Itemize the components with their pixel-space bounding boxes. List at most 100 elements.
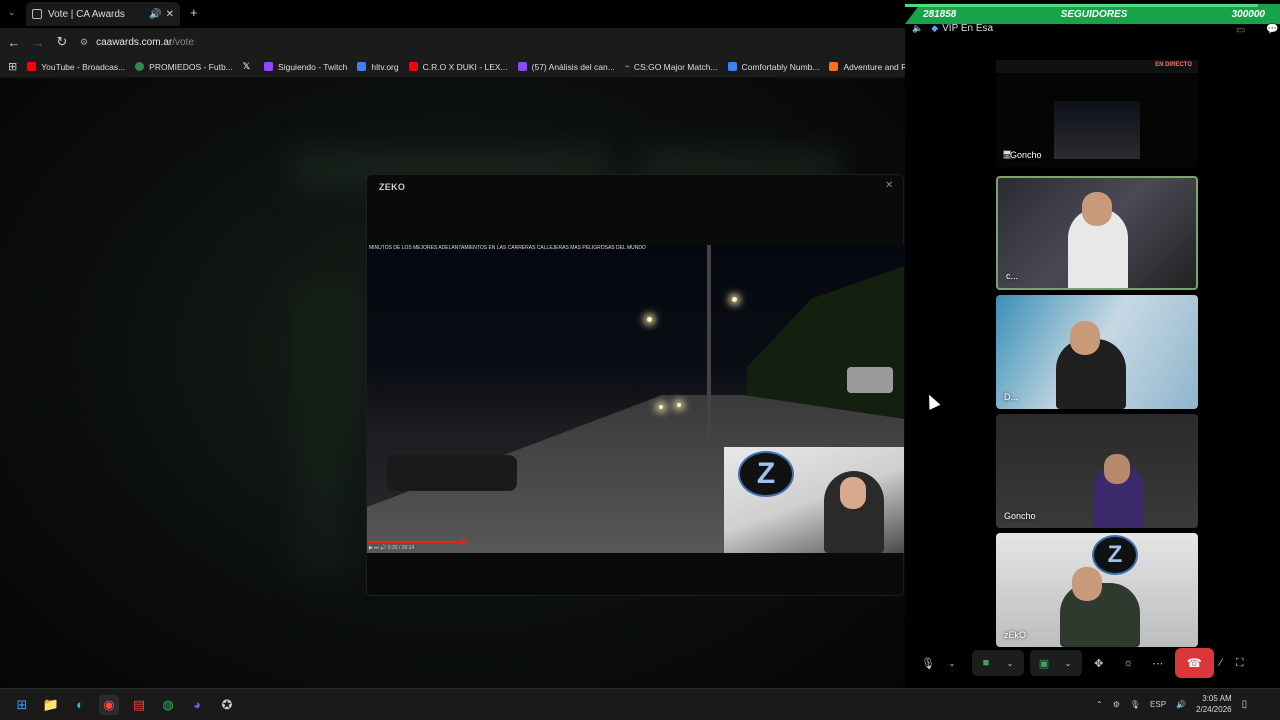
soundboard-icon[interactable]: ☼ bbox=[1118, 657, 1140, 669]
activities-icon[interactable]: ✥ bbox=[1088, 657, 1110, 670]
participant-name: c... bbox=[1006, 271, 1019, 281]
disconnect-button[interactable]: ☎ bbox=[1174, 648, 1214, 678]
participant-tile[interactable]: Goncho bbox=[996, 414, 1198, 528]
url-path: /vote bbox=[172, 36, 194, 48]
chevron-down-icon[interactable]: ⌄ bbox=[1056, 659, 1080, 668]
speaker-muted-icon: 🔈 bbox=[912, 23, 924, 33]
chevron-up-icon[interactable]: ⌃ bbox=[1096, 700, 1103, 709]
language-indicator[interactable]: ESP bbox=[1150, 700, 1166, 709]
new-tab-icon[interactable]: + bbox=[190, 5, 198, 20]
chevron-down-icon[interactable]: ⌄ bbox=[998, 659, 1022, 668]
screen-share-icon[interactable]: ▣ bbox=[1032, 657, 1056, 670]
favicon-icon bbox=[32, 9, 42, 19]
call-controls: 🎙 ⌄ ■ ⌄ ▣ ⌄ ✥ ☼ ⋯ ☎ bbox=[914, 646, 1214, 680]
next-icon[interactable]: ⏭ bbox=[374, 545, 379, 551]
discord-icon[interactable]: ◕ bbox=[187, 695, 207, 715]
app-icon[interactable]: ✪ bbox=[217, 695, 237, 715]
address-bar: ← → ↻ ⚙ caawards.com.ar/vote bbox=[0, 28, 905, 56]
stream-preview bbox=[1054, 101, 1140, 159]
participant-name: Goncho bbox=[1004, 511, 1036, 521]
follower-label: SEGUIDORES bbox=[1060, 8, 1128, 20]
apps-grid-icon[interactable]: ⊞ bbox=[8, 60, 17, 73]
bookmark-item[interactable]: Adventure and RPG bbox=[829, 62, 905, 72]
video-modal: ZEKO ✕ MINUTOS DE LOS MEJORES ADELANTAMI… bbox=[366, 174, 904, 596]
clock-time: 3:05 AM bbox=[1202, 694, 1232, 703]
more-icon[interactable]: ⋯ bbox=[1147, 657, 1169, 670]
microphone-icon[interactable]: 🎙 bbox=[916, 657, 940, 670]
close-icon[interactable]: ✕ bbox=[885, 180, 893, 191]
tab-list-icon[interactable]: ⌄ bbox=[8, 7, 16, 18]
chrome-icon[interactable]: ◉ bbox=[99, 695, 119, 715]
chat-icon[interactable]: 💬 bbox=[1266, 24, 1278, 35]
x-logo-icon: 𝕏 bbox=[242, 61, 251, 71]
edge-icon[interactable]: ◐ bbox=[70, 695, 90, 715]
participant-tile[interactable]: Goncho 🖥 bbox=[996, 73, 1198, 167]
bookmark-item[interactable]: ⌁ CS:GO Major Match... bbox=[625, 61, 718, 72]
play-icon[interactable]: ▶ bbox=[369, 545, 373, 551]
forward-icon[interactable]: → bbox=[26, 35, 50, 50]
bookmark-item[interactable]: Comfortably Numb... bbox=[727, 62, 819, 72]
live-strip: EN DIRECTO bbox=[996, 60, 1198, 73]
z-logo-icon: Z bbox=[1092, 535, 1138, 575]
task-manager-icon[interactable]: ▤ bbox=[129, 695, 149, 715]
bookmark-item[interactable]: YouTube - Broadcas... bbox=[27, 62, 125, 72]
close-tab-icon[interactable]: ✕ bbox=[166, 9, 174, 20]
tab-title: Vote | CA Awards bbox=[48, 8, 125, 20]
taskbar: ⊞ 📁 ◐ ◉ ▤ ◍ ◕ ✪ bbox=[0, 688, 1280, 720]
participant-tile[interactable]: c... bbox=[996, 176, 1198, 290]
follower-goal: 300000 bbox=[1231, 8, 1265, 20]
tab-bar: ⌄ Vote | CA Awards 🔊 ✕ + bbox=[0, 0, 905, 28]
modal-title: ZEKO bbox=[379, 182, 406, 192]
panel-extra-controls: ⁄ ⛶ bbox=[1220, 646, 1244, 680]
mic-tray-icon[interactable]: 🎙 bbox=[1130, 700, 1140, 709]
hide-overlay-icon[interactable]: ⁄ bbox=[1220, 657, 1222, 669]
streamer-webcam: Z bbox=[724, 447, 904, 553]
follower-progress bbox=[905, 4, 1258, 7]
live-badge: EN DIRECTO bbox=[1155, 62, 1192, 68]
screen-icon[interactable]: ▭ bbox=[1236, 25, 1245, 36]
fullscreen-icon[interactable]: ⛶ bbox=[1236, 657, 1244, 670]
participant-name: D... bbox=[1004, 392, 1019, 402]
url-domain: caawards.com.ar bbox=[96, 36, 173, 48]
bookmark-item[interactable]: PROMIEDOS - Futb... bbox=[135, 62, 233, 72]
notification-icon[interactable]: ▯ bbox=[1242, 699, 1248, 710]
participant-tile[interactable]: D... bbox=[996, 295, 1198, 409]
bookmarks-bar: ⊞ YouTube - Broadcas... PROMIEDOS - Futb… bbox=[0, 56, 905, 78]
video-progress-bar[interactable] bbox=[367, 539, 724, 545]
windows-start-icon[interactable]: ⊞ bbox=[12, 695, 32, 715]
diamond-icon: ◆ bbox=[931, 23, 939, 33]
url-field[interactable]: ⚙ caawards.com.ar/vote bbox=[80, 37, 194, 48]
screen-share-icon: 🖥 bbox=[1002, 150, 1013, 159]
z-logo-icon: Z bbox=[738, 451, 794, 497]
video-controls: ▶ ⏭ 🔊 5:33 / 26:14 bbox=[369, 545, 414, 551]
channel-name: VIP En Esa bbox=[942, 23, 994, 34]
bookmark-item[interactable]: (57) Análisis del can... bbox=[517, 62, 615, 72]
bookmark-item[interactable]: Siguiendo - Twitch bbox=[264, 62, 347, 72]
site-info-icon[interactable]: ⚙ bbox=[80, 37, 88, 48]
clock[interactable]: 3:05 AM 2/24/2026 bbox=[1196, 693, 1232, 715]
reload-icon[interactable]: ↻ bbox=[50, 34, 74, 50]
steam-icon[interactable]: ⚙ bbox=[1113, 700, 1120, 709]
speaker-icon[interactable]: 🔊 bbox=[149, 9, 161, 20]
file-explorer-icon[interactable]: 📁 bbox=[41, 695, 61, 715]
bookmark-item[interactable]: 𝕏 bbox=[243, 61, 254, 72]
video-caption: MINUTOS DE LOS MEJORES ADELANTAMIENTOS E… bbox=[369, 245, 646, 251]
bookmark-item[interactable]: hltv.org bbox=[357, 62, 399, 72]
participant-tile[interactable]: Z zEkO bbox=[996, 533, 1198, 647]
follower-count: 281858 bbox=[923, 8, 957, 20]
back-icon[interactable]: ← bbox=[2, 35, 26, 50]
follower-goal-bar: 281858 SEGUIDORES 300000 bbox=[905, 4, 1280, 24]
volume-icon[interactable]: 🔊 bbox=[380, 545, 386, 551]
chevron-down-icon[interactable]: ⌄ bbox=[940, 659, 964, 668]
system-tray: ⌃ ⚙ 🎙 ESP 🔊 3:05 AM 2/24/2026 ▯ bbox=[1096, 688, 1247, 720]
video-time: 5:33 / 26:14 bbox=[387, 545, 415, 551]
tab-vote[interactable]: Vote | CA Awards 🔊 ✕ bbox=[26, 2, 180, 26]
video-player[interactable]: MINUTOS DE LOS MEJORES ADELANTAMIENTOS E… bbox=[367, 245, 904, 553]
participant-name: Goncho bbox=[1010, 150, 1042, 160]
spotify-icon[interactable]: ◍ bbox=[158, 695, 178, 715]
volume-icon[interactable]: 🔊 bbox=[1176, 700, 1186, 709]
camera-icon[interactable]: ■ bbox=[974, 657, 998, 669]
bookmark-item[interactable]: C.R.O X DUKI - LEX... bbox=[408, 62, 508, 72]
hangup-icon: ☎ bbox=[1186, 656, 1202, 670]
voice-channel[interactable]: 🔈 ◆ VIP En Esa bbox=[912, 23, 993, 34]
